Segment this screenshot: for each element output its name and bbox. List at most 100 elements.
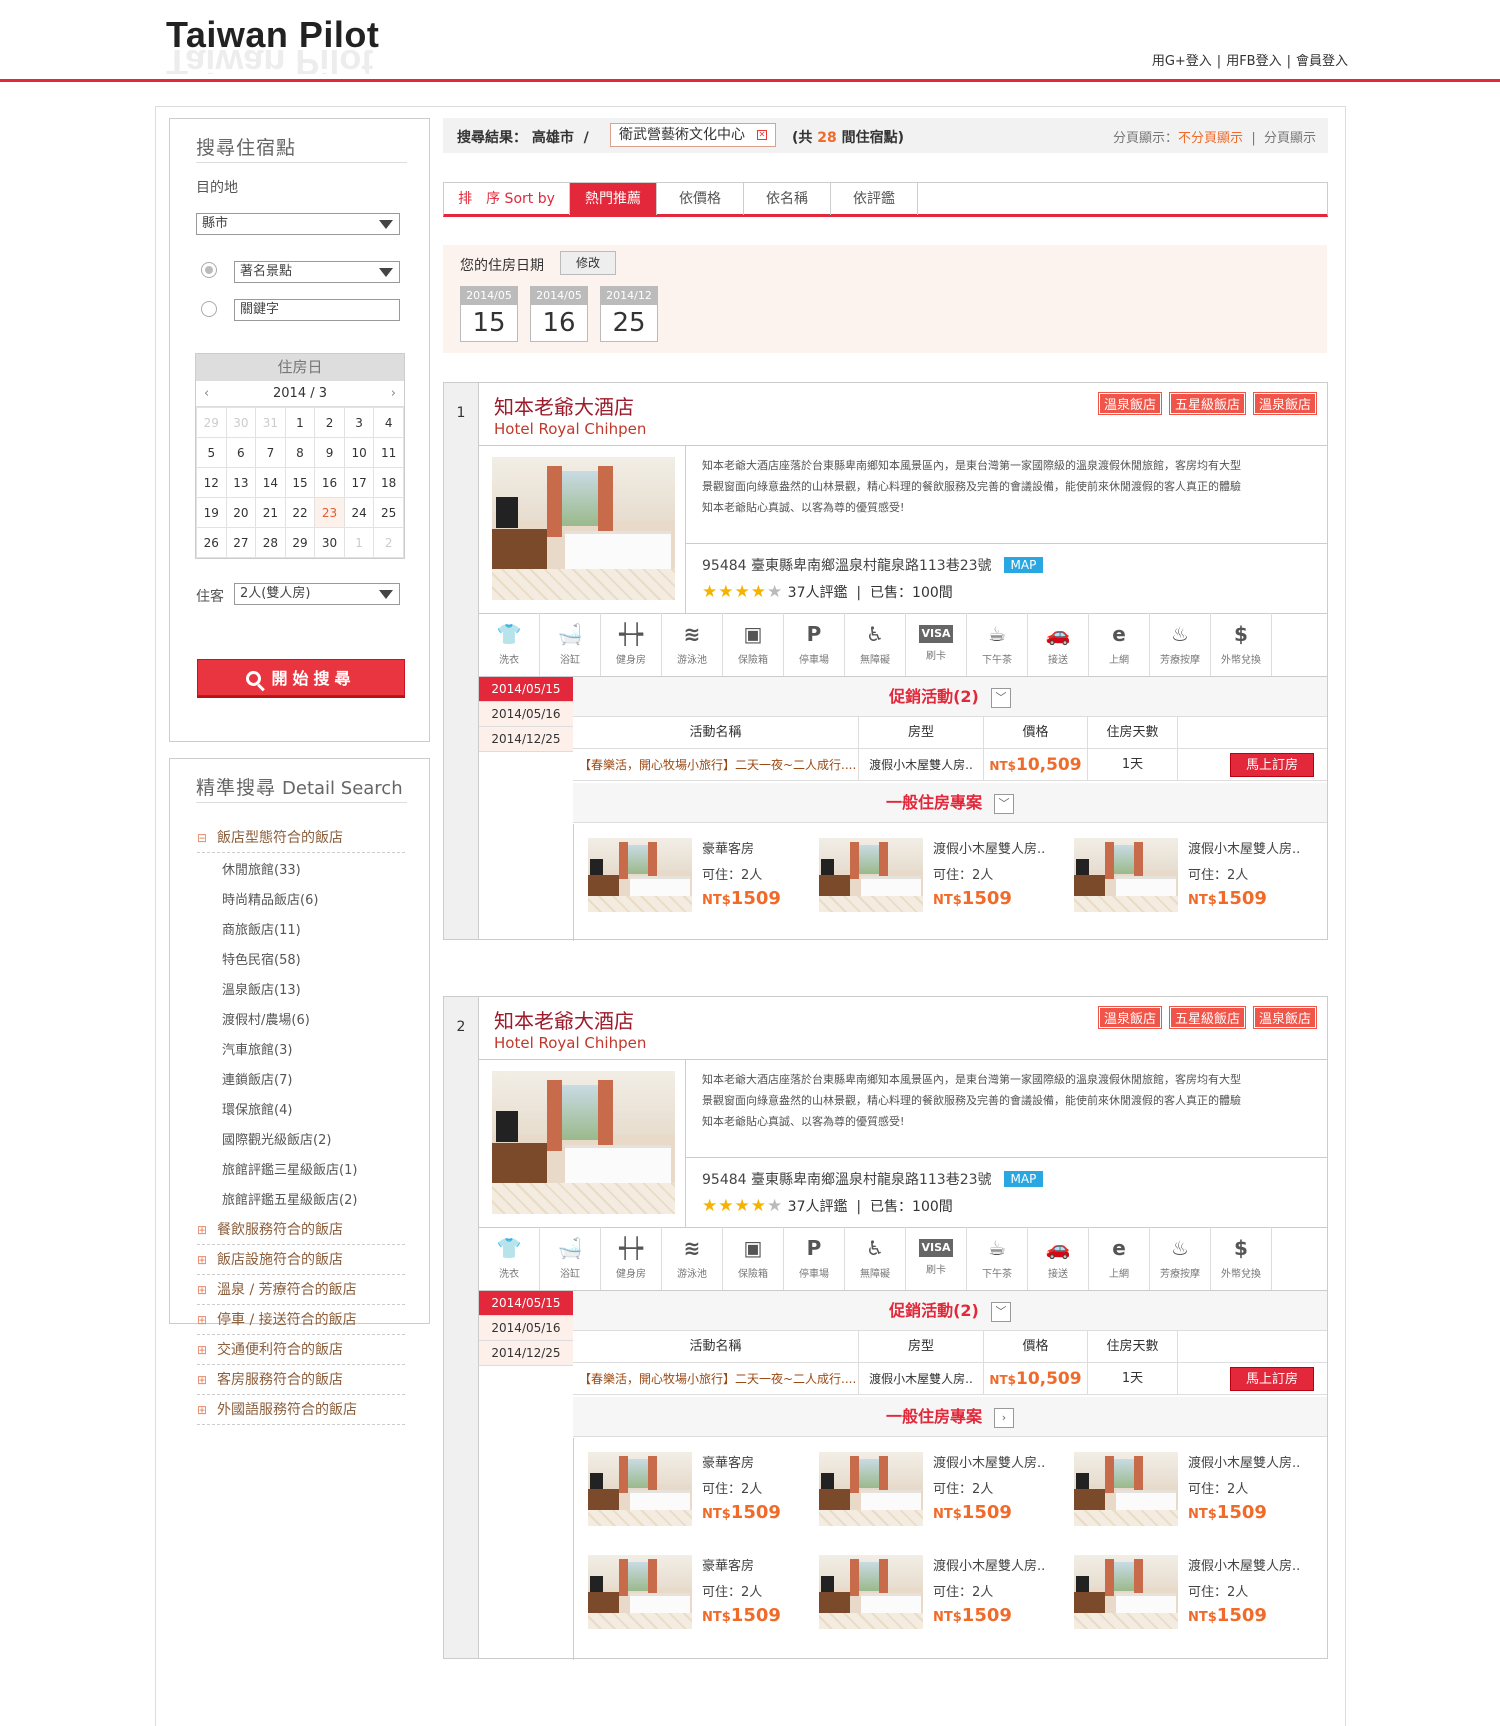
promo-name-link[interactable]: 【春樂活，開心牧場小旅行】二天一夜~二人成行.... xyxy=(573,1363,859,1395)
paging-paged-link[interactable]: 分頁顯示 xyxy=(1264,131,1316,146)
filter-item[interactable]: 連鎖飯店(7) xyxy=(222,1069,292,1088)
calendar-day[interactable]: 17 xyxy=(343,467,375,498)
calendar-day[interactable]: 8 xyxy=(284,437,316,468)
calendar-day[interactable]: 2 xyxy=(373,527,404,558)
room-plan-card[interactable]: 渡假小木屋雙人房.. 可住：2人 NT$1509 xyxy=(1074,1555,1304,1635)
filter-section[interactable]: ⊞ 交通便利符合的飯店 xyxy=(197,1339,405,1365)
calendar-day[interactable]: 16 xyxy=(314,467,345,498)
filter-section[interactable]: ⊞ 餐飲服務符合的飯店 xyxy=(197,1219,405,1245)
calendar-day[interactable]: 1 xyxy=(284,407,316,438)
calendar-day[interactable]: 5 xyxy=(196,437,227,468)
book-now-button[interactable]: 馬上訂房 xyxy=(1230,1367,1314,1391)
room-title[interactable]: 豪華客房 xyxy=(702,1452,754,1471)
room-photo[interactable] xyxy=(819,1452,923,1526)
calendar-day[interactable]: 27 xyxy=(225,527,257,558)
room-title[interactable]: 豪華客房 xyxy=(702,1555,754,1574)
room-plan-card[interactable]: 豪華客房 可住：2人 NT$1509 xyxy=(588,1555,818,1635)
google-login-link[interactable]: 用G+登入 xyxy=(1152,54,1212,69)
promo-name-link[interactable]: 【春樂活，開心牧場小旅行】二天一夜~二人成行.... xyxy=(573,749,859,781)
sort-name-tab[interactable]: 依名稱 xyxy=(744,183,831,215)
filter-item[interactable]: 商旅飯店(11) xyxy=(222,919,301,938)
remove-location-icon[interactable]: ✕ xyxy=(757,130,767,140)
room-title[interactable]: 渡假小木屋雙人房.. xyxy=(1188,838,1300,857)
filter-item[interactable]: 渡假村/農場(6) xyxy=(222,1009,310,1028)
calendar-day[interactable]: 2 xyxy=(314,407,345,438)
calendar-day[interactable]: 9 xyxy=(314,437,345,468)
spot-select[interactable]: 著名景點 xyxy=(234,261,400,283)
filter-section[interactable]: ⊞ 停車 / 接送符合的飯店 xyxy=(197,1309,405,1335)
promo-date-tab[interactable]: 2014/05/16 xyxy=(479,702,573,727)
room-photo[interactable] xyxy=(1074,1452,1178,1526)
filter-item[interactable]: 環保旅館(4) xyxy=(222,1099,292,1118)
chevron-down-icon[interactable]: ﹀ xyxy=(990,688,1011,708)
hotel-name[interactable]: 知本老爺大酒店 xyxy=(494,391,634,420)
calendar-day[interactable]: 25 xyxy=(373,497,404,528)
filter-item[interactable]: 旅館評鑑五星級飯店(2) xyxy=(222,1189,357,1208)
results-city[interactable]: 高雄市 xyxy=(532,130,574,146)
hotel-photo[interactable] xyxy=(492,457,675,600)
filter-item[interactable]: 旅館評鑑三星級飯店(1) xyxy=(222,1159,357,1178)
room-title[interactable]: 渡假小木屋雙人房.. xyxy=(933,1452,1045,1471)
map-button[interactable]: MAP xyxy=(1003,557,1044,573)
calendar-day[interactable]: 1 xyxy=(343,527,375,558)
calendar-day[interactable]: 13 xyxy=(225,467,257,498)
calendar-day[interactable]: 11 xyxy=(373,437,404,468)
calendar-day[interactable]: 28 xyxy=(255,527,286,558)
room-plan-card[interactable]: 渡假小木屋雙人房.. 可住：2人 NT$1509 xyxy=(1074,838,1304,918)
sort-price-tab[interactable]: 依價格 xyxy=(657,183,744,215)
calendar-day[interactable]: 31 xyxy=(255,407,286,438)
calendar-next-icon[interactable]: › xyxy=(391,381,396,407)
calendar-day[interactable]: 20 xyxy=(225,497,257,528)
calendar-day[interactable]: 4 xyxy=(373,407,404,438)
sort-rating-tab[interactable]: 依評鑑 xyxy=(831,183,918,215)
filter-section[interactable]: ⊞ 客房服務符合的飯店 xyxy=(197,1369,405,1395)
room-title[interactable]: 渡假小木屋雙人房.. xyxy=(1188,1452,1300,1471)
chevron-down-icon[interactable]: ﹀ xyxy=(990,1302,1011,1322)
filter-item[interactable]: 國際觀光級飯店(2) xyxy=(222,1129,331,1148)
sort-popular-tab[interactable]: 熱門推薦 xyxy=(570,183,657,215)
room-title[interactable]: 渡假小木屋雙人房.. xyxy=(1188,1555,1300,1574)
promo-date-tab[interactable]: 2014/05/15 xyxy=(479,677,581,702)
promo-section-header[interactable]: 促銷活動(2) ﹀ xyxy=(573,677,1327,717)
room-plan-card[interactable]: 渡假小木屋雙人房.. 可住：2人 NT$1509 xyxy=(819,1452,1049,1532)
filter-section[interactable]: ⊞ 外國語服務符合的飯店 xyxy=(197,1399,405,1425)
facebook-login-link[interactable]: 用FB登入 xyxy=(1226,54,1281,69)
filter-item[interactable]: 休閒旅館(33) xyxy=(222,859,301,878)
calendar-day[interactable]: 14 xyxy=(255,467,286,498)
room-photo[interactable] xyxy=(819,838,923,912)
room-plan-card[interactable]: 渡假小木屋雙人房.. 可住：2人 NT$1509 xyxy=(819,1555,1049,1635)
room-title[interactable]: 渡假小木屋雙人房.. xyxy=(933,1555,1045,1574)
chevron-right-icon[interactable]: › xyxy=(994,1408,1014,1428)
calendar-day[interactable]: 7 xyxy=(255,437,286,468)
guest-select[interactable]: 2人(雙人房) xyxy=(234,583,400,605)
keyword-radio[interactable] xyxy=(201,301,217,317)
calendar-day[interactable]: 30 xyxy=(314,527,345,558)
calendar-day[interactable]: 30 xyxy=(225,407,257,438)
room-photo[interactable] xyxy=(1074,1555,1178,1629)
modify-dates-button[interactable]: 修改 xyxy=(560,251,616,275)
promo-date-tab[interactable]: 2014/05/15 xyxy=(479,1291,581,1316)
calendar-day[interactable]: 18 xyxy=(373,467,404,498)
hotel-photo[interactable] xyxy=(492,1071,675,1214)
room-photo[interactable] xyxy=(588,1555,692,1629)
spot-radio[interactable] xyxy=(201,262,217,278)
calendar-day[interactable]: 15 xyxy=(284,467,316,498)
room-plan-card[interactable]: 渡假小木屋雙人房.. 可住：2人 NT$1509 xyxy=(819,838,1049,918)
filter-item[interactable]: 時尚精品飯店(6) xyxy=(222,889,318,908)
book-now-button[interactable]: 馬上訂房 xyxy=(1230,753,1314,777)
filter-item[interactable]: 溫泉飯店(13) xyxy=(222,979,301,998)
calendar-day[interactable]: 29 xyxy=(284,527,316,558)
room-plans-header[interactable]: 一般住房專案 ﹀ xyxy=(573,783,1327,823)
promo-date-tab[interactable]: 2014/12/25 xyxy=(479,727,573,752)
room-plan-card[interactable]: 渡假小木屋雙人房.. 可住：2人 NT$1509 xyxy=(1074,1452,1304,1532)
calendar-prev-icon[interactable]: ‹ xyxy=(204,381,209,407)
filter-section-hotel-type[interactable]: ⊟ 飯店型態符合的飯店 xyxy=(197,827,405,853)
calendar-day-today[interactable]: 23 xyxy=(314,497,345,528)
room-title[interactable]: 渡假小木屋雙人房.. xyxy=(933,838,1045,857)
map-button[interactable]: MAP xyxy=(1003,1171,1044,1187)
calendar-day[interactable]: 6 xyxy=(225,437,257,468)
room-plan-card[interactable]: 豪華客房 可住：2人 NT$1509 xyxy=(588,1452,818,1532)
filter-item[interactable]: 汽車旅館(3) xyxy=(222,1039,292,1058)
room-photo[interactable] xyxy=(588,1452,692,1526)
room-plan-card[interactable]: 豪華客房 可住：2人 NT$1509 xyxy=(588,838,818,918)
